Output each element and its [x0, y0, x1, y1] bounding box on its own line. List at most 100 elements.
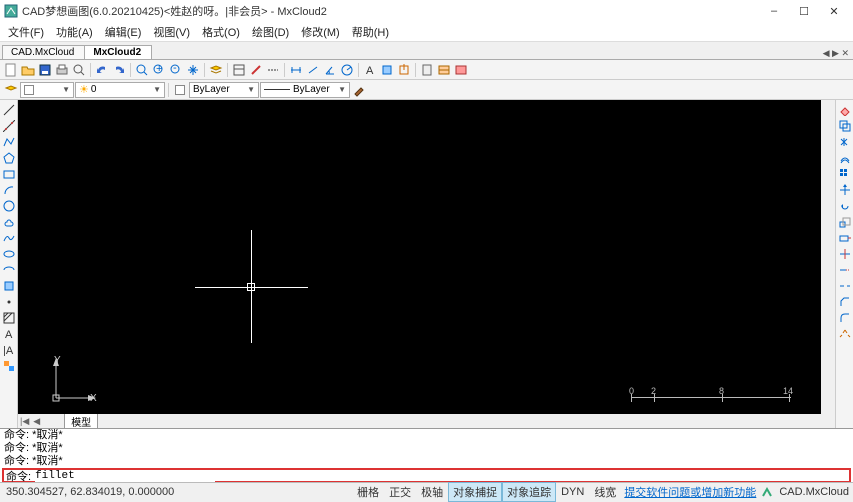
status-ortho[interactable]: 正交 [384, 482, 416, 502]
sheet-nav-first[interactable]: |◀ [18, 416, 31, 427]
hatch-icon[interactable] [2, 311, 16, 325]
status-grid[interactable]: 栅格 [352, 482, 384, 502]
rotate-icon[interactable] [838, 199, 852, 213]
menu-help[interactable]: 帮助(H) [346, 22, 395, 42]
polyline-icon[interactable] [2, 135, 16, 149]
undo-icon[interactable] [94, 62, 110, 78]
close-button[interactable]: ✕ [819, 1, 849, 21]
point-icon[interactable] [2, 295, 16, 309]
offset-icon[interactable] [838, 151, 852, 165]
drawing-canvas[interactable]: Y X 0 2 8 14 [18, 100, 821, 414]
zoom-window-icon[interactable]: + [151, 62, 167, 78]
xline-icon[interactable] [2, 119, 16, 133]
status-osnap[interactable]: 对象捕捉 [448, 482, 502, 502]
layer-manager-icon[interactable] [3, 82, 19, 98]
block-icon[interactable] [379, 62, 395, 78]
break-icon[interactable] [838, 279, 852, 293]
copy-icon[interactable] [838, 119, 852, 133]
circle-icon[interactable] [2, 199, 16, 213]
revcloud-icon[interactable] [2, 215, 16, 229]
erase-icon[interactable] [838, 103, 852, 117]
polygon-icon[interactable] [2, 151, 16, 165]
spline-icon[interactable] [2, 231, 16, 245]
maximize-button[interactable]: ☐ [789, 1, 819, 21]
chamfer-icon[interactable] [838, 295, 852, 309]
status-lwt[interactable]: 线宽 [589, 482, 621, 502]
color-combo[interactable]: ▼ [20, 82, 74, 98]
work-area: A |A Y X [0, 100, 853, 428]
open-icon[interactable] [20, 62, 36, 78]
title-bar: CAD梦想画图(6.0.20210425)<姓赵的呀。|非会员> - MxClo… [0, 0, 853, 22]
status-otrack[interactable]: 对象追踪 [502, 482, 556, 502]
menu-view[interactable]: 视图(V) [147, 22, 196, 42]
vertical-scrollbar[interactable] [821, 100, 835, 414]
coordinates: 350.304527, 62.834019, 0.000000 [0, 486, 180, 498]
calc-icon[interactable] [419, 62, 435, 78]
dim-linear-icon[interactable] [288, 62, 304, 78]
ellipse-arc-icon[interactable] [2, 263, 16, 277]
pan-icon[interactable] [185, 62, 201, 78]
block-make-icon[interactable] [2, 359, 16, 373]
arc-icon[interactable] [2, 183, 16, 197]
layer-icon[interactable] [208, 62, 224, 78]
feedback-link[interactable]: 提交软件问题或增加新功能 [621, 484, 759, 500]
dim-angular-icon[interactable] [322, 62, 338, 78]
doc-tab-bar: CAD.MxCloud MxCloud2 ◀ ▶ ✕ [0, 42, 853, 60]
dim-aligned-icon[interactable] [305, 62, 321, 78]
redo-icon[interactable] [111, 62, 127, 78]
stretch-icon[interactable] [838, 231, 852, 245]
text-style-icon[interactable]: A [362, 62, 378, 78]
trim-icon[interactable] [838, 247, 852, 261]
color-white-icon[interactable] [172, 82, 188, 98]
print-icon[interactable] [54, 62, 70, 78]
scale-icon[interactable] [838, 215, 852, 229]
linetype-combo-2[interactable]: ByLayer▼ [260, 82, 350, 98]
rectangle-icon[interactable] [2, 167, 16, 181]
mtext-icon[interactable]: |A [2, 343, 16, 357]
properties-icon[interactable] [231, 62, 247, 78]
move-icon[interactable] [838, 183, 852, 197]
menu-modify[interactable]: 修改(M) [295, 22, 346, 42]
preview-icon[interactable] [71, 62, 87, 78]
status-polar[interactable]: 极轴 [416, 482, 448, 502]
save-icon[interactable] [37, 62, 53, 78]
menu-edit[interactable]: 编辑(E) [99, 22, 148, 42]
text-icon[interactable]: A [2, 327, 16, 341]
sheet-tab-model[interactable]: 模型 [64, 413, 98, 430]
ellipse-icon[interactable] [2, 247, 16, 261]
array-icon[interactable] [838, 167, 852, 181]
dim-radius-icon[interactable] [339, 62, 355, 78]
svg-text:|A: |A [3, 345, 14, 356]
standard-toolbar: + - A [0, 60, 853, 80]
table2-icon[interactable] [453, 62, 469, 78]
doc-tab-1[interactable]: CAD.MxCloud [2, 45, 85, 59]
match-icon[interactable] [248, 62, 264, 78]
menu-file[interactable]: 文件(F) [2, 22, 50, 42]
command-input[interactable] [35, 470, 215, 482]
explode-icon[interactable] [838, 327, 852, 341]
sheet-nav-prev[interactable]: ◀ [31, 416, 42, 427]
cmd-history-line: 命令: *取消* [0, 442, 853, 455]
zoom-extents-icon[interactable] [134, 62, 150, 78]
brush-icon[interactable] [351, 82, 367, 98]
ucs-x-label: X [90, 393, 97, 404]
tab-nav[interactable]: ◀ ▶ ✕ [819, 48, 853, 59]
status-dyn[interactable]: DYN [556, 484, 589, 500]
menu-format[interactable]: 格式(O) [196, 22, 246, 42]
table-icon[interactable] [436, 62, 452, 78]
new-icon[interactable] [3, 62, 19, 78]
line-style-icon[interactable] [265, 62, 281, 78]
menu-function[interactable]: 功能(A) [50, 22, 99, 42]
extend-icon[interactable] [838, 263, 852, 277]
linetype-combo-1[interactable]: ByLayer▼ [189, 82, 259, 98]
fillet-icon[interactable] [838, 311, 852, 325]
mirror-icon[interactable] [838, 135, 852, 149]
layer-combo[interactable]: ☀ 0▼ [75, 82, 165, 98]
menu-draw[interactable]: 绘图(D) [246, 22, 295, 42]
line-icon[interactable] [2, 103, 16, 117]
insert-icon[interactable] [396, 62, 412, 78]
doc-tab-2[interactable]: MxCloud2 [84, 45, 152, 59]
zoom-out-icon[interactable]: - [168, 62, 184, 78]
insert-block-icon[interactable] [2, 279, 16, 293]
minimize-button[interactable]: – [759, 1, 789, 21]
